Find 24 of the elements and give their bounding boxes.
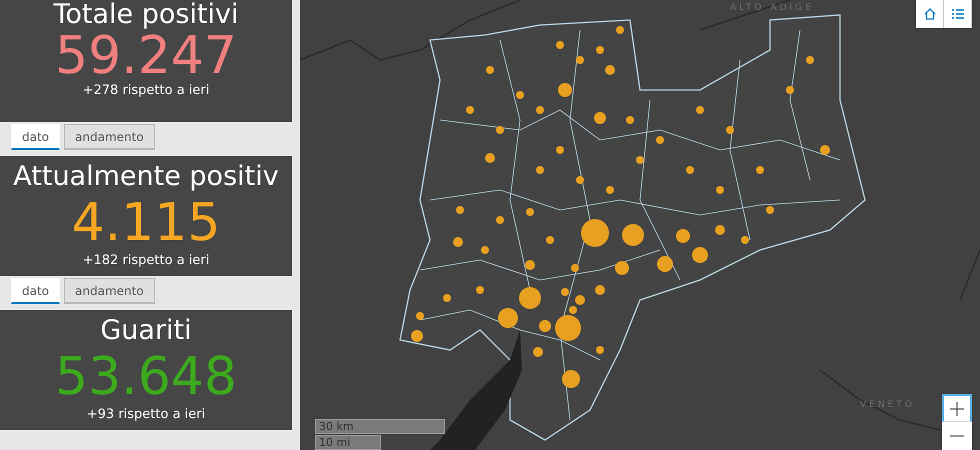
scale-bar: 10 mi: [315, 435, 381, 450]
stat-title: Totale positivi: [53, 0, 239, 30]
stat-delta: +182 rispetto a ieri: [82, 252, 210, 270]
legend-button[interactable]: [944, 0, 972, 28]
scale-bar: 30 km: [315, 419, 445, 434]
stat-title: Guariti: [100, 314, 192, 348]
view-tab[interactable]: dato: [11, 278, 60, 304]
view-tab[interactable]: andamento: [64, 278, 155, 304]
stat-value: 53.648: [55, 348, 237, 406]
view-tab[interactable]: dato: [11, 124, 60, 150]
region-label: VENETO: [860, 400, 915, 410]
stat-value: 59.247: [55, 30, 237, 82]
stat-delta: +278 rispetto a ieri: [82, 82, 210, 100]
stat-title: Attualmente positiv: [13, 160, 279, 194]
minus-icon: [950, 435, 964, 437]
home-icon: [922, 7, 936, 21]
region-label: ALTO ADIGE: [730, 3, 814, 13]
stat-delta: +93 rispetto a ieri: [86, 406, 206, 424]
plus-icon: [950, 402, 964, 416]
home-button[interactable]: [916, 0, 944, 28]
list-icon: [950, 7, 964, 21]
stat-value: 4.115: [72, 194, 220, 252]
view-tab[interactable]: andamento: [64, 124, 155, 150]
zoom-in-button[interactable]: [942, 394, 972, 422]
